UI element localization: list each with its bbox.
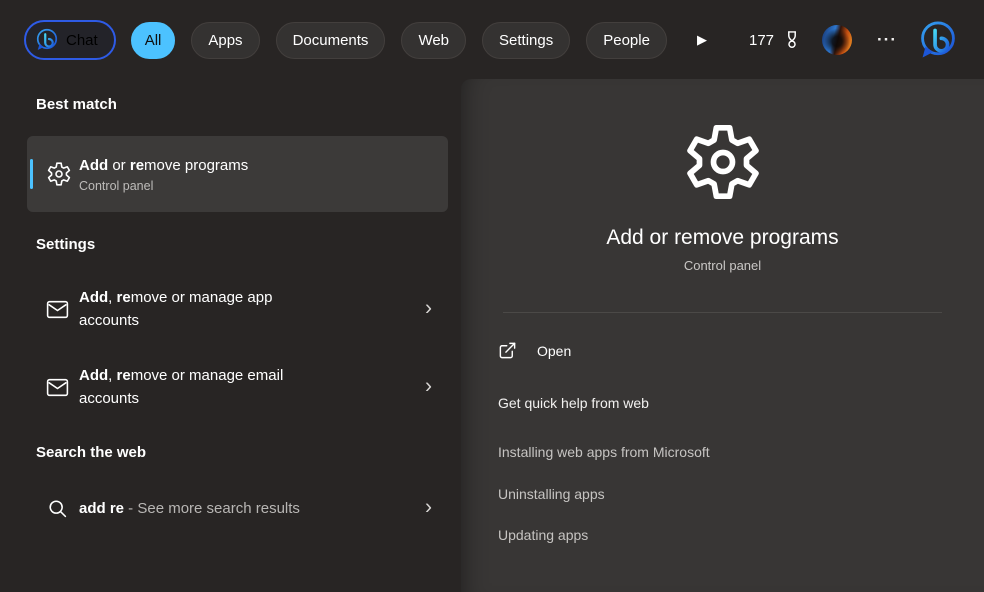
filter-documents[interactable]: Documents (276, 22, 386, 59)
search-icon (44, 498, 70, 519)
preview-subtitle: Control panel (684, 258, 761, 273)
filter-all[interactable]: All (131, 22, 176, 59)
chevron-right-icon: › (425, 497, 432, 518)
filter-apps[interactable]: Apps (191, 22, 259, 59)
preview-title: Add or remove programs (606, 226, 838, 250)
search-query: add re (79, 500, 124, 517)
preview-panel: Add or remove programs Control panel Ope… (461, 79, 984, 592)
filter-people[interactable]: People (586, 22, 667, 59)
selection-accent-bar (30, 159, 33, 189)
best-match-title: Add or remove programs (79, 155, 248, 176)
bing-logo-icon (918, 19, 958, 61)
more-filters-button[interactable]: ▶ (689, 25, 715, 55)
best-match-subtitle: Control panel (79, 179, 248, 193)
topbar-right-cluster: 177 ··· (749, 19, 958, 61)
chevron-right-icon: › (425, 376, 432, 397)
settings-section-heading: Settings (36, 236, 95, 253)
chat-label: Chat (66, 32, 98, 49)
gear-icon-large (685, 124, 761, 200)
link-uninstalling-apps[interactable]: Uninstalling apps (498, 485, 605, 503)
more-options-button[interactable]: ··· (877, 30, 897, 50)
link-installing-web-apps[interactable]: Installing web apps from Microsoft (498, 443, 710, 461)
bing-logo-button[interactable] (918, 19, 958, 61)
rewards-points: 177 (749, 32, 774, 49)
search-rest: - See more search results (124, 500, 300, 517)
result-text: Add, remove or manage app accounts (79, 286, 319, 332)
open-label: Open (537, 343, 571, 359)
user-avatar[interactable] (822, 25, 852, 55)
best-match-heading: Best match (36, 96, 117, 113)
link-updating-apps[interactable]: Updating apps (498, 526, 588, 544)
best-match-text: Add or remove programs Control panel (79, 155, 248, 193)
result-text: add re - See more search results (79, 500, 300, 517)
link-quick-help[interactable]: Get quick help from web (498, 394, 649, 412)
rewards-button[interactable]: 177 (749, 29, 803, 51)
result-web-search[interactable]: add re - See more search results › (27, 486, 448, 530)
result-app-accounts[interactable]: Add, remove or manage app accounts › (27, 280, 448, 338)
medal-icon (781, 29, 803, 51)
web-section-heading: Search the web (36, 444, 146, 461)
best-match-result[interactable]: Add or remove programs Control panel (27, 136, 448, 212)
envelope-icon (44, 297, 70, 322)
envelope-icon (44, 375, 70, 400)
bing-chat-icon (35, 28, 59, 52)
external-link-icon (498, 341, 517, 360)
play-icon: ▶ (697, 32, 707, 48)
chevron-right-icon: › (425, 298, 432, 319)
chat-button[interactable]: Chat (24, 20, 116, 60)
result-email-accounts[interactable]: Add, remove or manage email accounts › (27, 358, 448, 416)
divider (503, 312, 942, 313)
windows-search-flyout: Chat All Apps Documents Web Settings Peo… (0, 0, 984, 592)
filter-web[interactable]: Web (401, 22, 466, 59)
gear-icon (47, 162, 71, 186)
open-action[interactable]: Open (498, 341, 571, 360)
result-text: Add, remove or manage email accounts (79, 364, 319, 410)
filter-settings[interactable]: Settings (482, 22, 570, 59)
search-filter-bar: Chat All Apps Documents Web Settings Peo… (0, 0, 984, 80)
filter-pills: All Apps Documents Web Settings People (131, 22, 667, 59)
ellipsis-icon: ··· (877, 30, 897, 49)
